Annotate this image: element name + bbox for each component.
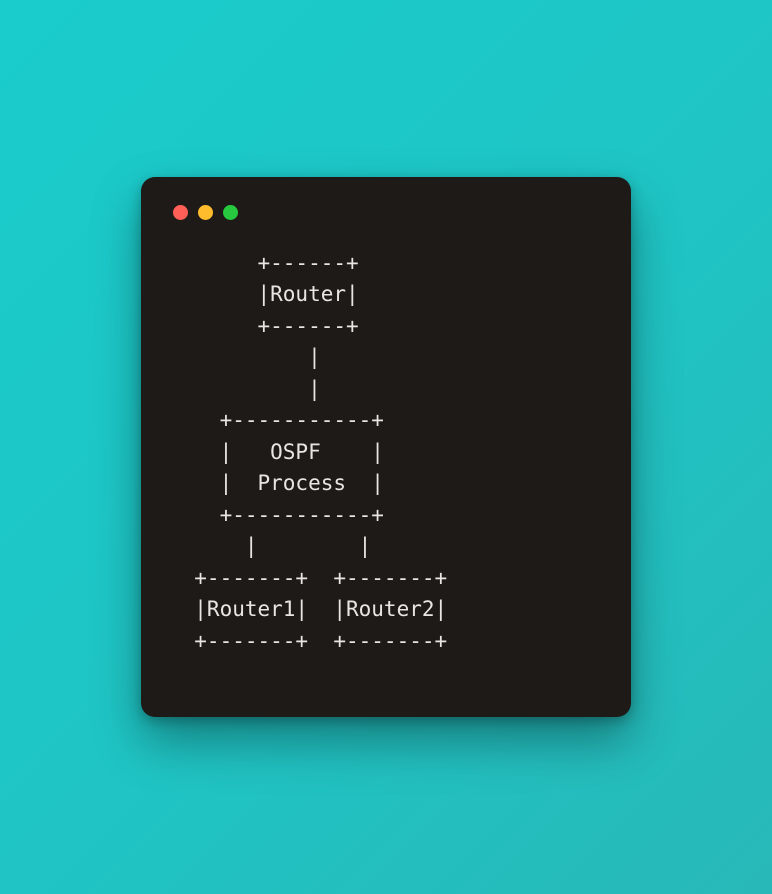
close-icon[interactable] — [173, 205, 188, 220]
ascii-diagram: +------+ |Router| +------+ | | +--------… — [169, 238, 603, 678]
terminal-window: +------+ |Router| +------+ | | +--------… — [141, 177, 631, 718]
window-titlebar — [169, 201, 603, 238]
minimize-icon[interactable] — [198, 205, 213, 220]
maximize-icon[interactable] — [223, 205, 238, 220]
